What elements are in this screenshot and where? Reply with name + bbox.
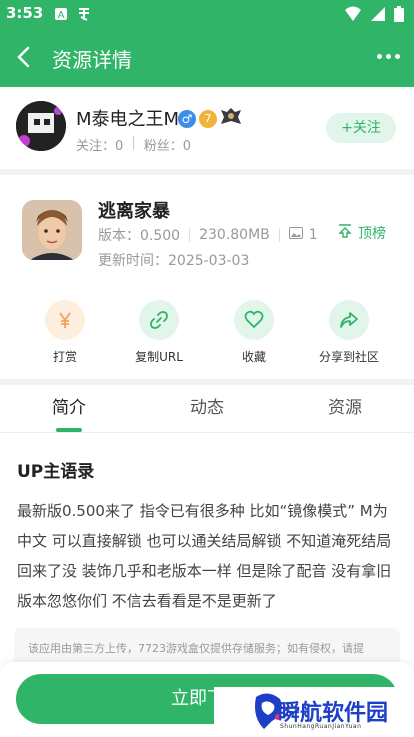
level-badge: 7 <box>199 110 217 128</box>
follow-stat: 关注：0 <box>76 139 124 154</box>
back-icon[interactable] <box>12 44 38 70</box>
app-meta: 版本：0.500 230.80MB 1 <box>98 225 318 245</box>
watermark: 瞬航软件园 ShunHangRuanJianYuan <box>214 687 414 737</box>
intro-section: UP主语录 最新版0.500来了 指令已有很多种 比如“镜像模式” M为中文 可… <box>0 433 414 616</box>
yen-icon <box>45 300 85 340</box>
app-name: 逃离家暴 <box>98 201 170 222</box>
tab-activity[interactable]: 动态 <box>138 385 276 433</box>
image-icon <box>288 227 303 243</box>
action-favorite[interactable]: 收藏 <box>209 300 299 365</box>
app-bar: 资源详情 <box>0 28 414 87</box>
top-rank-button[interactable]: 顶榜 <box>338 223 386 243</box>
wifi-icon <box>344 6 362 26</box>
male-icon: ♂ <box>178 110 196 128</box>
action-copy-url[interactable]: 复制URL <box>114 300 204 365</box>
heart-icon <box>234 300 274 340</box>
tab-bar: 简介 动态 资源 <box>0 385 414 433</box>
update-time: 更新时间：2025-03-03 <box>98 253 250 269</box>
watermark-subtext: ShunHangRuanJianYuan <box>280 723 362 730</box>
app-version: 版本：0.500 <box>98 228 181 244</box>
top-arrow-icon <box>338 224 352 242</box>
battery-icon <box>394 6 404 26</box>
app-icon <box>22 200 82 260</box>
more-options-icon[interactable] <box>377 54 400 59</box>
intro-title: UP主语录 <box>17 462 95 482</box>
image-count: 1 <box>308 227 318 243</box>
rank-emblem-icon <box>220 107 242 131</box>
app-size: 230.80MB <box>199 227 270 243</box>
avatar[interactable] <box>16 101 66 151</box>
share-icon <box>329 300 369 340</box>
notification-app-icon <box>76 6 92 26</box>
status-time: 3:53 <box>6 4 44 22</box>
link-icon <box>139 300 179 340</box>
notification-a-icon: A <box>54 6 68 26</box>
tab-resources[interactable]: 资源 <box>276 385 414 433</box>
action-row: 打赏 复制URL 收藏 分享到社区 <box>0 300 414 370</box>
follow-button[interactable]: +关注 <box>326 113 396 143</box>
status-bar: 3:53 A <box>0 0 414 28</box>
intro-body: 最新版0.500来了 指令已有很多种 比如“镜像模式” M为中文 可以直接解锁 … <box>17 502 392 610</box>
tab-intro[interactable]: 简介 <box>0 385 138 433</box>
uploader-name[interactable]: M泰电之王M <box>76 105 179 131</box>
page-title: 资源详情 <box>52 48 132 72</box>
action-share[interactable]: 分享到社区 <box>304 300 394 365</box>
tab-indicator <box>56 428 82 432</box>
svg-text:A: A <box>58 10 65 21</box>
fans-stat: 粉丝：0 <box>143 139 192 154</box>
uploader-card: M泰电之王M ♂ 7 关注：0 | 粉丝：0 +关注 <box>0 87 414 169</box>
action-tip[interactable]: 打赏 <box>20 300 110 365</box>
signal-icon <box>370 6 386 26</box>
app-info: 逃离家暴 版本：0.500 230.80MB 1 更新时间：2025-03-03… <box>0 175 414 380</box>
